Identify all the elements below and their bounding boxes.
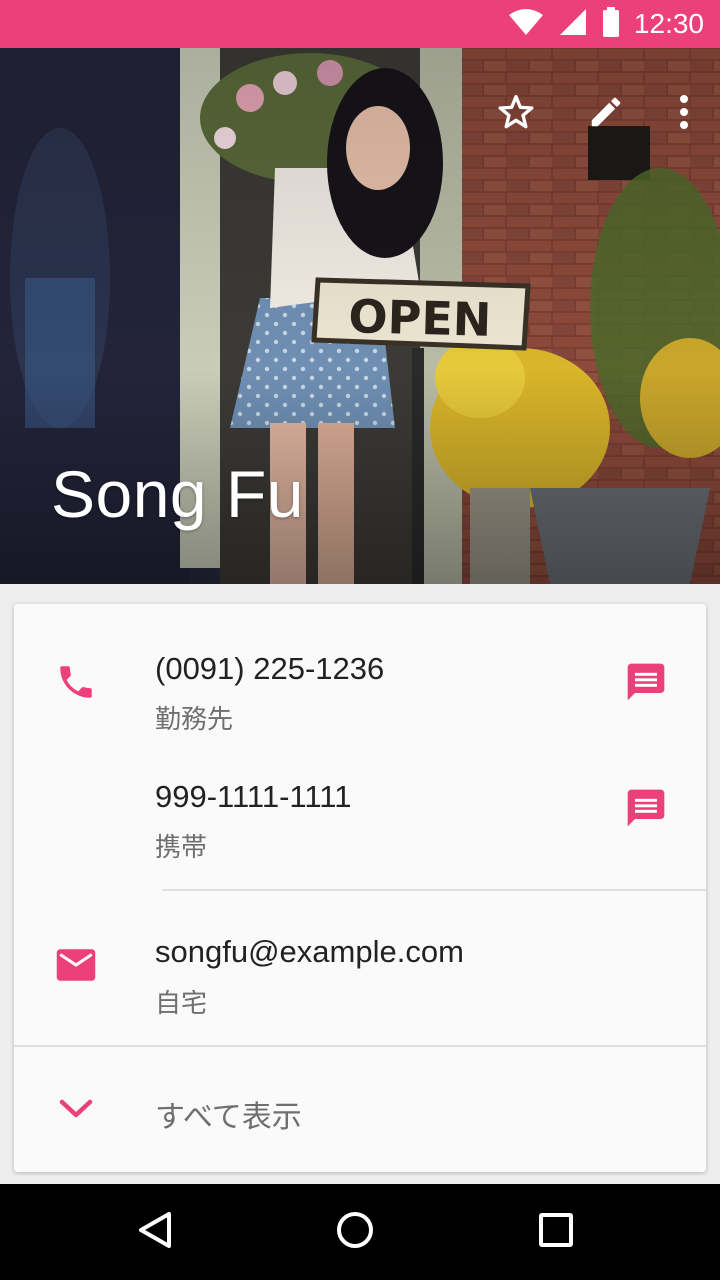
contact-photo-header: OPEN Song Fu [0,48,720,584]
more-options-button[interactable] [668,86,700,142]
status-icons: 12:30 [508,0,704,48]
phone-row[interactable]: (0091) 225-1236 勤務先 [14,604,706,764]
phone-number: 999-1111-1111 [155,779,352,814]
contact-detail-screen: 12:30 Song Fu (0091) 225-1236 勤務先 999-11… [0,0,720,1280]
email-type: 自宅 [155,989,208,1019]
chevron-down-icon [52,1085,100,1133]
recents-icon [538,1212,574,1252]
message-button[interactable] [622,786,670,834]
navigation-bar [0,1184,720,1280]
show-all-label: すべて表示 [155,1100,302,1135]
show-all-button[interactable]: すべて表示 [14,1047,706,1172]
phone-type: 携帯 [155,833,208,863]
phone-number: (0091) 225-1236 [155,651,385,686]
header-actions [488,86,700,142]
phone-row[interactable]: 999-1111-1111 携帯 [14,764,706,890]
star-outline-icon [496,92,536,136]
status-bar: 12:30 [0,0,720,48]
back-button[interactable] [128,1204,184,1260]
recents-button[interactable] [528,1204,584,1260]
home-icon [335,1210,375,1254]
phone-icon [52,658,100,706]
email-icon [52,941,100,989]
email-row[interactable]: songfu@example.com 自宅 [14,891,706,1046]
message-icon [624,660,668,708]
cell-signal-icon [558,7,588,41]
edit-button[interactable] [578,86,634,142]
home-button[interactable] [327,1204,383,1260]
contact-details-card: (0091) 225-1236 勤務先 999-1111-1111 携帯 son… [14,604,706,1172]
message-button[interactable] [622,660,670,708]
edit-pencil-icon [587,93,625,135]
back-icon [136,1210,176,1254]
status-clock: 12:30 [633,8,704,39]
phone-type: 勤務先 [155,705,234,735]
battery-icon [602,7,620,41]
email-address: songfu@example.com [155,934,464,969]
message-icon [624,786,668,834]
more-vert-icon [678,94,690,134]
favorite-button[interactable] [488,86,544,142]
wifi-icon [508,8,544,40]
contact-name: Song Fu [51,457,304,531]
